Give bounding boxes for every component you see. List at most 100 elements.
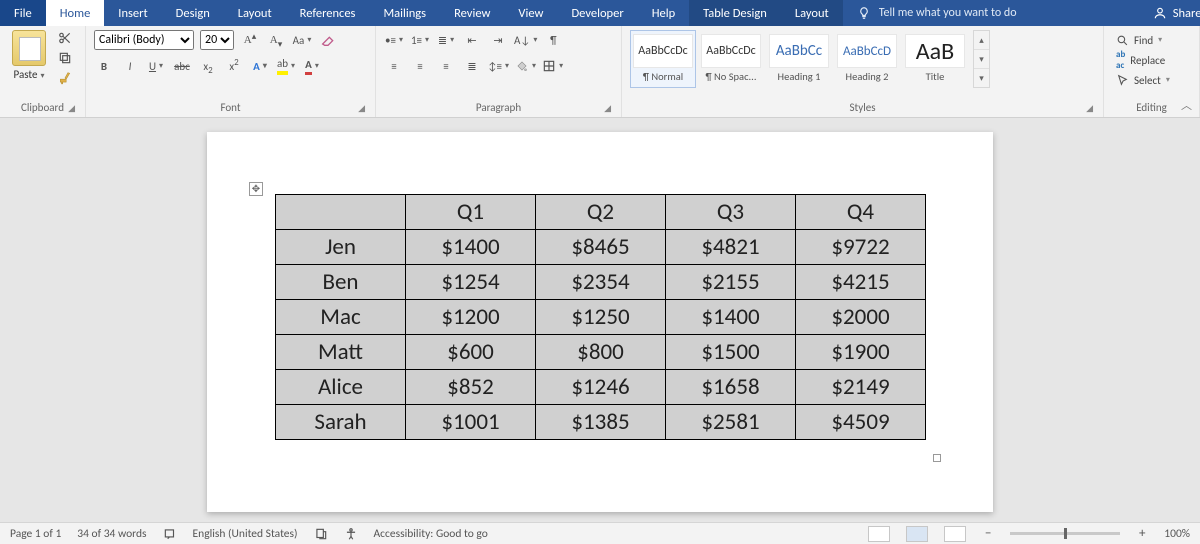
status-language[interactable]: English (United States) <box>193 527 298 541</box>
tab-mailings[interactable]: Mailings <box>369 0 440 26</box>
underline-button[interactable]: U <box>146 56 166 76</box>
table-cell[interactable]: $2354 <box>536 265 666 300</box>
share-button[interactable]: Share <box>1139 0 1200 26</box>
align-right-button[interactable]: ≡ <box>436 56 456 76</box>
highlight-button[interactable]: ab <box>276 56 296 76</box>
cut-button[interactable] <box>56 30 74 46</box>
view-print-layout-button[interactable] <box>906 526 928 542</box>
table-cell[interactable]: $2155 <box>666 265 796 300</box>
zoom-value[interactable]: 100% <box>1164 527 1190 541</box>
multilevel-button[interactable]: ≣ <box>436 30 456 50</box>
table-cell[interactable]: $2149 <box>796 370 926 405</box>
tab-home[interactable]: Home <box>46 0 105 26</box>
tell-me-search[interactable] <box>843 0 1139 26</box>
tab-table-design[interactable]: Table Design <box>689 0 781 26</box>
superscript-button[interactable]: x2 <box>224 56 244 76</box>
table-cell[interactable]: $4509 <box>796 405 926 440</box>
shrink-font-button[interactable]: A▾ <box>266 30 286 50</box>
tab-layout[interactable]: Layout <box>224 0 286 26</box>
line-spacing-button[interactable]: ↕≡ <box>488 56 509 76</box>
change-case-button[interactable]: Aa <box>292 30 312 50</box>
style--no-spac-[interactable]: AaBbCcDc¶ No Spac... <box>698 30 764 88</box>
clear-format-button[interactable] <box>318 30 338 50</box>
table-resize-handle[interactable] <box>933 454 941 462</box>
document-table[interactable]: Q1Q2Q3Q4Jen$1400$8465$4821$9722Ben$1254$… <box>275 194 926 440</box>
table-cell[interactable]: $1254 <box>406 265 536 300</box>
numbering-button[interactable]: 1≡ <box>410 30 430 50</box>
style-title[interactable]: AaBTitle <box>902 30 968 88</box>
tell-me-input[interactable] <box>879 6 1139 20</box>
tab-file[interactable]: File <box>0 0 46 26</box>
bullets-button[interactable]: •≡ <box>384 30 404 50</box>
dialog-launcher-icon[interactable]: ◢ <box>68 103 75 114</box>
table-cell[interactable]: $1658 <box>666 370 796 405</box>
dialog-launcher-icon[interactable]: ◢ <box>358 103 365 114</box>
table-cell[interactable]: $2000 <box>796 300 926 335</box>
zoom-slider[interactable] <box>1010 532 1120 535</box>
table-row[interactable]: Mac$1200$1250$1400$2000 <box>276 300 926 335</box>
styles-gallery-scroll[interactable]: ▴ ▾ ▾ <box>973 30 990 88</box>
table-row[interactable]: Ben$1254$2354$2155$4215 <box>276 265 926 300</box>
table-header-cell[interactable]: Q3 <box>666 195 796 230</box>
track-changes-icon[interactable] <box>314 527 328 541</box>
table-cell[interactable]: $852 <box>406 370 536 405</box>
chevron-up-icon[interactable]: ▴ <box>974 31 989 50</box>
style-heading-1[interactable]: AaBbCcHeading 1 <box>766 30 832 88</box>
table-cell[interactable]: $4821 <box>666 230 796 265</box>
zoom-out-button[interactable]: − <box>982 526 994 541</box>
shading-button[interactable] <box>515 56 536 76</box>
italic-button[interactable]: I <box>120 56 140 76</box>
dialog-launcher-icon[interactable]: ◢ <box>1086 103 1093 114</box>
view-read-mode-button[interactable] <box>868 526 890 542</box>
table-cell[interactable]: $600 <box>406 335 536 370</box>
align-center-button[interactable]: ≡ <box>410 56 430 76</box>
table-cell[interactable]: $1400 <box>406 230 536 265</box>
font-size-select[interactable]: 20 <box>200 30 234 50</box>
table-cell[interactable]: $1246 <box>536 370 666 405</box>
replace-button[interactable]: abac Replace <box>1112 50 1191 70</box>
document-canvas[interactable]: ✥ Q1Q2Q3Q4Jen$1400$8465$4821$9722Ben$125… <box>0 118 1200 522</box>
show-marks-button[interactable]: ¶ <box>543 30 563 50</box>
table-header-cell[interactable]: Q1 <box>406 195 536 230</box>
table-cell[interactable]: $8465 <box>536 230 666 265</box>
justify-button[interactable]: ≣ <box>462 56 482 76</box>
table-row[interactable]: Sarah$1001$1385$2581$4509 <box>276 405 926 440</box>
table-cell[interactable]: Jen <box>276 230 406 265</box>
dialog-launcher-icon[interactable]: ◢ <box>604 103 611 114</box>
table-cell[interactable]: $1385 <box>536 405 666 440</box>
status-words[interactable]: 34 of 34 words <box>77 527 146 541</box>
style--normal[interactable]: AaBbCcDc¶ Normal <box>630 30 696 88</box>
table-header-cell[interactable] <box>276 195 406 230</box>
tab-insert[interactable]: Insert <box>104 0 161 26</box>
status-page[interactable]: Page 1 of 1 <box>10 527 61 541</box>
table-cell[interactable]: $1200 <box>406 300 536 335</box>
format-painter-button[interactable] <box>56 70 74 86</box>
paste-button[interactable]: Paste <box>8 30 50 81</box>
collapse-ribbon-button[interactable]: ︿ <box>1181 97 1192 113</box>
find-button[interactable]: Find▾ <box>1112 30 1191 50</box>
table-cell[interactable]: $2581 <box>666 405 796 440</box>
table-cell[interactable]: Sarah <box>276 405 406 440</box>
tab-review[interactable]: Review <box>440 0 504 26</box>
tab-design[interactable]: Design <box>162 0 224 26</box>
align-left-button[interactable]: ≡ <box>384 56 404 76</box>
table-row[interactable]: Matt$600$800$1500$1900 <box>276 335 926 370</box>
increase-indent-button[interactable]: ⇥ <box>488 30 508 50</box>
zoom-thumb[interactable] <box>1064 528 1067 539</box>
table-move-handle[interactable]: ✥ <box>249 182 263 196</box>
table-cell[interactable]: $800 <box>536 335 666 370</box>
table-row[interactable]: Jen$1400$8465$4821$9722 <box>276 230 926 265</box>
table-header-cell[interactable]: Q2 <box>536 195 666 230</box>
table-row[interactable]: Alice$852$1246$1658$2149 <box>276 370 926 405</box>
table-cell[interactable]: Alice <box>276 370 406 405</box>
borders-button[interactable] <box>542 56 563 76</box>
table-cell[interactable]: $1500 <box>666 335 796 370</box>
tab-view[interactable]: View <box>504 0 557 26</box>
more-icon[interactable]: ▾ <box>974 69 989 87</box>
view-web-layout-button[interactable] <box>944 526 966 542</box>
grow-font-button[interactable]: A▴ <box>240 30 260 50</box>
table-cell[interactable]: Mac <box>276 300 406 335</box>
tab-references[interactable]: References <box>286 0 370 26</box>
table-cell[interactable]: $1400 <box>666 300 796 335</box>
copy-button[interactable] <box>56 50 74 66</box>
